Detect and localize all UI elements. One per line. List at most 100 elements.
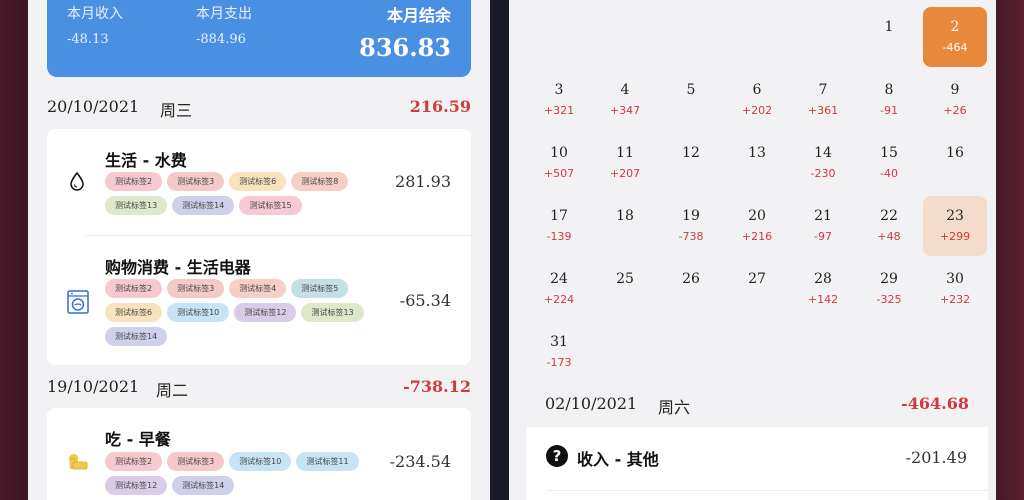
calendar-day-2[interactable]: 2 -464 [923,7,987,67]
calendar-day-30[interactable]: 30 +232 [923,259,987,319]
tag[interactable]: 测试标签6 [105,303,163,322]
calendar-day-delta: +507 [543,167,575,180]
tag[interactable]: 测试标签15 [239,196,302,215]
calendar-day-delta: -464 [942,41,968,54]
calendar-day-8[interactable]: 8 -91 [857,70,921,130]
calendar-day-14[interactable]: 14 -230 [791,133,855,193]
calendar-day-delta: +321 [543,104,575,117]
calendar-day-number: 19 [682,208,700,224]
calendar-day-delta: +299 [939,230,971,243]
calendar-day-1[interactable]: 1 [857,7,921,67]
calendar-day-9[interactable]: 9 +26 [923,70,987,130]
expense-label: 本月支出 [196,6,252,22]
transaction-item[interactable]: 吃 - 早餐 测试标签2 测试标签3 测试标签10 测试标签11 测试标签12 … [47,408,471,500]
calendar-day-7[interactable]: 7 +361 [791,70,855,130]
tag[interactable]: 测试标签11 [296,452,359,471]
calendar-day-number: 31 [550,334,568,350]
calendar-day-28[interactable]: 28 +142 [791,259,855,319]
tag[interactable]: 测试标签12 [105,476,168,495]
day-total: 216.59 [409,97,471,116]
day-weekday: 周六 [658,398,691,417]
tag[interactable]: 测试标签10 [167,303,230,322]
calendar-day-delta: -230 [810,167,836,180]
calendar-day-6[interactable]: 6 +202 [725,70,789,130]
tag[interactable]: 测试标签8 [291,172,349,191]
tag[interactable]: 测试标签13 [105,196,168,215]
calendar-day-number: 20 [748,208,766,224]
tag[interactable]: 测试标签3 [167,279,225,298]
calendar-day-delta: -91 [880,104,898,117]
tag[interactable]: 测试标签14 [172,476,235,495]
tag[interactable]: 测试标签2 [105,279,163,298]
calendar-day-number: 3 [554,82,564,98]
calendar-day-21[interactable]: 21 -97 [791,196,855,256]
calendar-day-number: 18 [616,208,634,224]
calendar-day-12[interactable]: 12 [659,133,723,193]
calendar-day-24[interactable]: 24 +224 [527,259,591,319]
calendar-day-22[interactable]: 22 +48 [857,196,921,256]
calendar-day-delta: -97 [814,230,832,243]
water-drop-icon [67,171,87,191]
calendar-day-delta: +224 [543,293,575,306]
tag[interactable]: 测试标签6 [229,172,287,191]
calendar-day-4[interactable]: 4 +347 [593,70,657,130]
calendar-day-11[interactable]: 11 +207 [593,133,657,193]
day-date: 02/10/2021 [545,394,638,413]
calendar-day-delta: +26 [943,104,967,117]
question-circle-icon: ? [546,445,568,467]
calendar-day-29[interactable]: 29 -325 [857,259,921,319]
tag[interactable]: 测试标签2 [105,172,163,191]
calendar-day-25[interactable]: 25 [593,259,657,319]
calendar-day-3[interactable]: 3 +321 [527,70,591,130]
calendar-day-5[interactable]: 5 [659,70,723,130]
day-total: -738.12 [403,377,471,396]
calendar-day-number: 16 [946,145,964,161]
day-date: 19/10/2021 [47,377,140,396]
calendar-day-17[interactable]: 17 -139 [527,196,591,256]
tag[interactable]: 测试标签3 [167,452,225,471]
calendar-day-number: 12 [682,145,700,161]
tag-list: 测试标签2 测试标签3 测试标签6 测试标签8 测试标签13 测试标签14 测试… [105,172,375,215]
calendar-day-delta: -173 [546,356,572,369]
tag[interactable]: 测试标签13 [301,303,364,322]
calendar-day-26[interactable]: 26 [659,259,723,319]
calendar-day-16[interactable]: 16 [923,133,987,193]
calendar-day-18[interactable]: 18 [593,196,657,256]
calendar-day-delta: +48 [877,230,901,243]
tag[interactable]: 测试标签2 [105,452,163,471]
day-weekday: 周二 [156,381,189,400]
tag[interactable]: 测试标签14 [105,327,168,346]
calendar-day-number: 1 [884,19,894,35]
transaction-item[interactable]: ? 收入 - 其他 -201.49 [526,427,988,500]
tag[interactable]: 测试标签14 [172,196,235,215]
calendar-day-10[interactable]: 10 +507 [527,133,591,193]
tag[interactable]: 测试标签5 [291,279,349,298]
day-header: 19/10/2021 周二 -738.12 [47,377,471,401]
calendar-day-delta: +347 [609,104,641,117]
calendar-day-number: 22 [880,208,898,224]
calendar-day-13[interactable]: 13 [725,133,789,193]
calendar-day-number: 29 [880,271,898,287]
calendar-screen: 1 2 -464 3 +321 4 +347 5 6 +202 7 +361 8 -91 9 +26 10 +50… [509,0,996,500]
tag[interactable]: 测试标签12 [234,303,297,322]
transaction-title: 生活 - 水费 [105,151,187,170]
tag[interactable]: 测试标签10 [229,452,292,471]
calendar-day-number: 21 [814,208,832,224]
calendar-day-27[interactable]: 27 [725,259,789,319]
calendar-day-19[interactable]: 19 -738 [659,196,723,256]
calendar-day-31[interactable]: 31 -173 [527,322,591,382]
calendar-day-23[interactable]: 23 +299 [923,196,987,256]
transaction-amount: 281.93 [395,172,451,191]
transaction-item[interactable]: 购物消费 - 生活电器 测试标签2 测试标签3 测试标签4 测试标签5 测试标签… [47,236,471,365]
calendar-day-15[interactable]: 15 -40 [857,133,921,193]
calendar-day-number: 23 [946,208,964,224]
tag[interactable]: 测试标签3 [167,172,225,191]
monthly-summary-card[interactable]: 本月收入 -48.13 本月支出 -884.96 本月结余 836.83 [47,0,471,77]
day-header: 02/10/2021 周六 -464.68 [545,394,969,418]
calendar-day-20[interactable]: 20 +216 [725,196,789,256]
tag[interactable]: 测试标签4 [229,279,287,298]
balance-label: 本月结余 [386,6,451,25]
calendar-day-number: 15 [880,145,898,161]
calendar-day-number: 13 [748,145,766,161]
transaction-item[interactable]: 生活 - 水费 测试标签2 测试标签3 测试标签6 测试标签8 测试标签13 测… [47,129,471,235]
